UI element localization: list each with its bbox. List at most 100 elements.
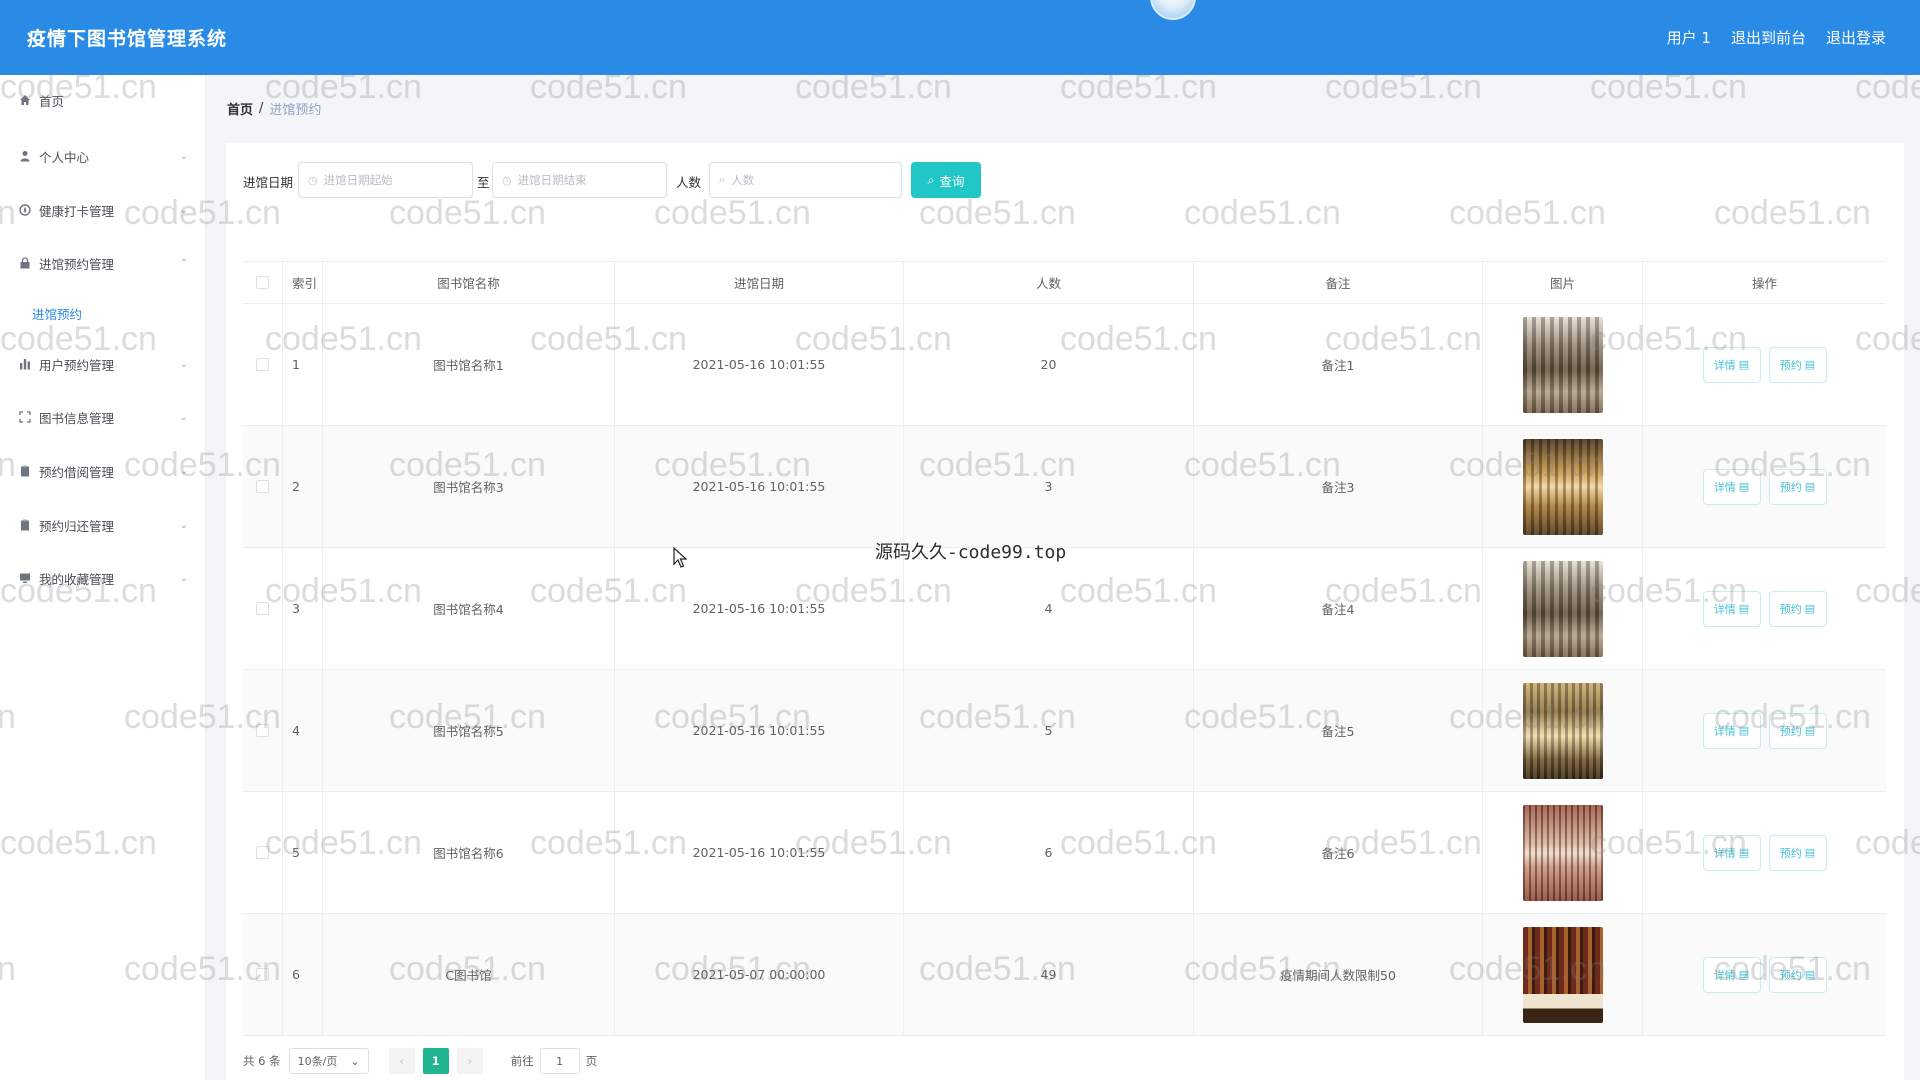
entry-date-cell: 2021-05-16 10:01:55: [615, 548, 904, 669]
table-row: 1 图书馆名称1 2021-05-16 10:01:55 20 备注1 详情 ▤ …: [243, 304, 1886, 426]
row-checkbox[interactable]: [256, 968, 269, 981]
sidebar-item-label: 首页: [39, 93, 65, 109]
reserve-button[interactable]: 预约 ▤: [1768, 956, 1827, 993]
detail-button-label: 详情: [1713, 358, 1736, 372]
sidebar-item-book-info[interactable]: 图书信息管理 ⌄: [0, 397, 206, 437]
library-shelves-photo: [1522, 560, 1603, 657]
table-header-row: 索引 图书馆名称 进馆日期 人数 备注 图片 操作: [243, 262, 1886, 304]
table-header-cell: 人数: [904, 262, 1194, 303]
sidebar-item-label: 我的收藏管理: [39, 571, 115, 587]
row-checkbox[interactable]: [256, 846, 269, 859]
detail-button-label: 详情: [1713, 602, 1736, 616]
reserve-button[interactable]: 预约 ▤: [1768, 468, 1827, 505]
page-size-select[interactable]: 10条/页 ⌄: [288, 1048, 369, 1074]
index-cell: 6: [283, 914, 323, 1035]
document-icon: ▤: [1804, 602, 1816, 615]
center-watermark: 源码久久-code99.top: [875, 542, 1067, 563]
sidebar-item-home[interactable]: 首页: [0, 80, 206, 120]
sidebar-item-borrow-reservation[interactable]: 预约借阅管理 ⌄: [0, 451, 206, 491]
sidebar-item-label: 图书信息管理: [39, 410, 115, 426]
library-warm-aisle-photo: [1522, 438, 1603, 535]
row-checkbox[interactable]: [256, 724, 269, 737]
row-checkbox-cell: [243, 792, 283, 913]
goto-prefix: 前往: [510, 1054, 534, 1068]
top-header: 疫情下图书馆管理系统 用户 1 退出到前台 退出登录: [0, 0, 1920, 75]
reserve-button-label: 预约: [1779, 602, 1802, 616]
date-end-input[interactable]: ◷ 进馆日期结束: [492, 162, 667, 198]
row-checkbox[interactable]: [256, 480, 269, 493]
bar-chart-icon: [19, 358, 31, 370]
detail-button[interactable]: 详情 ▤: [1702, 346, 1761, 383]
sidebar-item-return-reservation[interactable]: 预约归还管理 ⌄: [0, 505, 206, 545]
index-cell: 4: [283, 670, 323, 791]
date-start-input[interactable]: ◷ 进馆日期起始: [298, 162, 473, 198]
detail-button-label: 详情: [1713, 724, 1736, 738]
search-button-label: 查询: [939, 173, 965, 189]
compass-icon: [19, 204, 31, 216]
sidebar-item-entry-reservation[interactable]: 进馆预约管理 ⌃: [0, 243, 206, 283]
next-page-button[interactable]: ›: [456, 1048, 483, 1074]
breadcrumb-home[interactable]: 首页: [227, 99, 253, 118]
row-checkbox-cell: [243, 914, 283, 1035]
row-checkbox-cell: [243, 548, 283, 669]
index-cell: 5: [283, 792, 323, 913]
clipboard-icon: [19, 465, 31, 477]
table-header-cell: 操作: [1751, 276, 1777, 291]
detail-button[interactable]: 详情 ▤: [1702, 712, 1761, 749]
actions-cell: 详情 ▤ 预约 ▤: [1643, 548, 1886, 669]
table-row: 4 图书馆名称5 2021-05-16 10:01:55 5 备注5 详情 ▤ 预…: [243, 670, 1886, 792]
sidebar-item-label: 用户预约管理: [39, 357, 115, 373]
sidebar-item-user-reservation[interactable]: 用户预约管理 ⌄: [0, 344, 206, 384]
sidebar-item-health-checkin[interactable]: 健康打卡管理 ⌄: [0, 190, 206, 230]
people-cell: 5: [904, 670, 1194, 791]
logout-link[interactable]: 退出登录: [1826, 27, 1886, 48]
row-checkbox-cell: [243, 304, 283, 425]
user-link[interactable]: 用户 1: [1667, 27, 1711, 48]
library-shelves-photo: [1522, 316, 1603, 413]
detail-button[interactable]: 详情 ▤: [1702, 956, 1761, 993]
table-header-cell: 图书馆名称: [323, 262, 615, 303]
image-cell: [1483, 670, 1643, 791]
reserve-button[interactable]: 预约 ▤: [1768, 834, 1827, 871]
detail-button-label: 详情: [1713, 480, 1736, 494]
page-number-button[interactable]: 1: [422, 1048, 449, 1074]
sidebar-subitem-entry-reservation[interactable]: 进馆预约: [0, 298, 206, 328]
date-start-placeholder: 进馆日期起始: [323, 173, 393, 187]
select-all-checkbox[interactable]: [256, 276, 269, 289]
sidebar-item-my-favorites[interactable]: 我的收藏管理 ⌄: [0, 558, 206, 598]
actions-cell: 详情 ▤ 预约 ▤: [1643, 914, 1886, 1035]
sidebar-item-label: 进馆预约管理: [39, 256, 115, 272]
people-cell: 3: [904, 426, 1194, 547]
sidebar-item-personal-center[interactable]: 个人中心 ⌄: [0, 136, 206, 176]
search-icon: ⌕: [719, 173, 726, 186]
entry-date-cell: 2021-05-16 10:01:55: [615, 792, 904, 913]
prev-page-button[interactable]: ‹: [388, 1048, 415, 1074]
search-button[interactable]: ⌕ 查询: [911, 162, 981, 198]
row-checkbox[interactable]: [256, 358, 269, 371]
row-checkbox[interactable]: [256, 602, 269, 615]
detail-button[interactable]: 详情 ▤: [1702, 834, 1761, 871]
chevron-down-icon: ⌄: [179, 204, 188, 216]
detail-button[interactable]: 详情 ▤: [1702, 468, 1761, 505]
people-input[interactable]: ⌕ 人数: [709, 162, 902, 198]
front-page-link[interactable]: 退出到前台: [1731, 27, 1806, 48]
reserve-button[interactable]: 预约 ▤: [1768, 346, 1827, 383]
reserve-button-label: 预约: [1779, 724, 1802, 738]
chevron-down-icon: ⌄: [179, 411, 188, 423]
table-row: 3 图书馆名称4 2021-05-16 10:01:55 4 备注4 详情 ▤ 预…: [243, 548, 1886, 670]
reserve-button[interactable]: 预约 ▤: [1768, 590, 1827, 627]
header-links: 用户 1 退出到前台 退出登录: [1667, 0, 1886, 75]
date-end-placeholder: 进馆日期结束: [517, 173, 587, 187]
document-icon: ▤: [1804, 724, 1816, 737]
remark-cell: 备注3: [1194, 426, 1483, 547]
people-placeholder: 人数: [731, 173, 755, 187]
goto-page-input[interactable]: 1: [539, 1048, 580, 1074]
row-checkbox-cell: [243, 426, 283, 547]
document-icon: ▤: [1738, 846, 1750, 859]
detail-button[interactable]: 详情 ▤: [1702, 590, 1761, 627]
chevron-down-icon: ⌄: [179, 150, 188, 162]
header-orb-decoration: [1150, 0, 1196, 20]
reserve-button[interactable]: 预约 ▤: [1768, 712, 1827, 749]
search-icon: ⌕: [927, 172, 935, 187]
image-cell: [1483, 304, 1643, 425]
